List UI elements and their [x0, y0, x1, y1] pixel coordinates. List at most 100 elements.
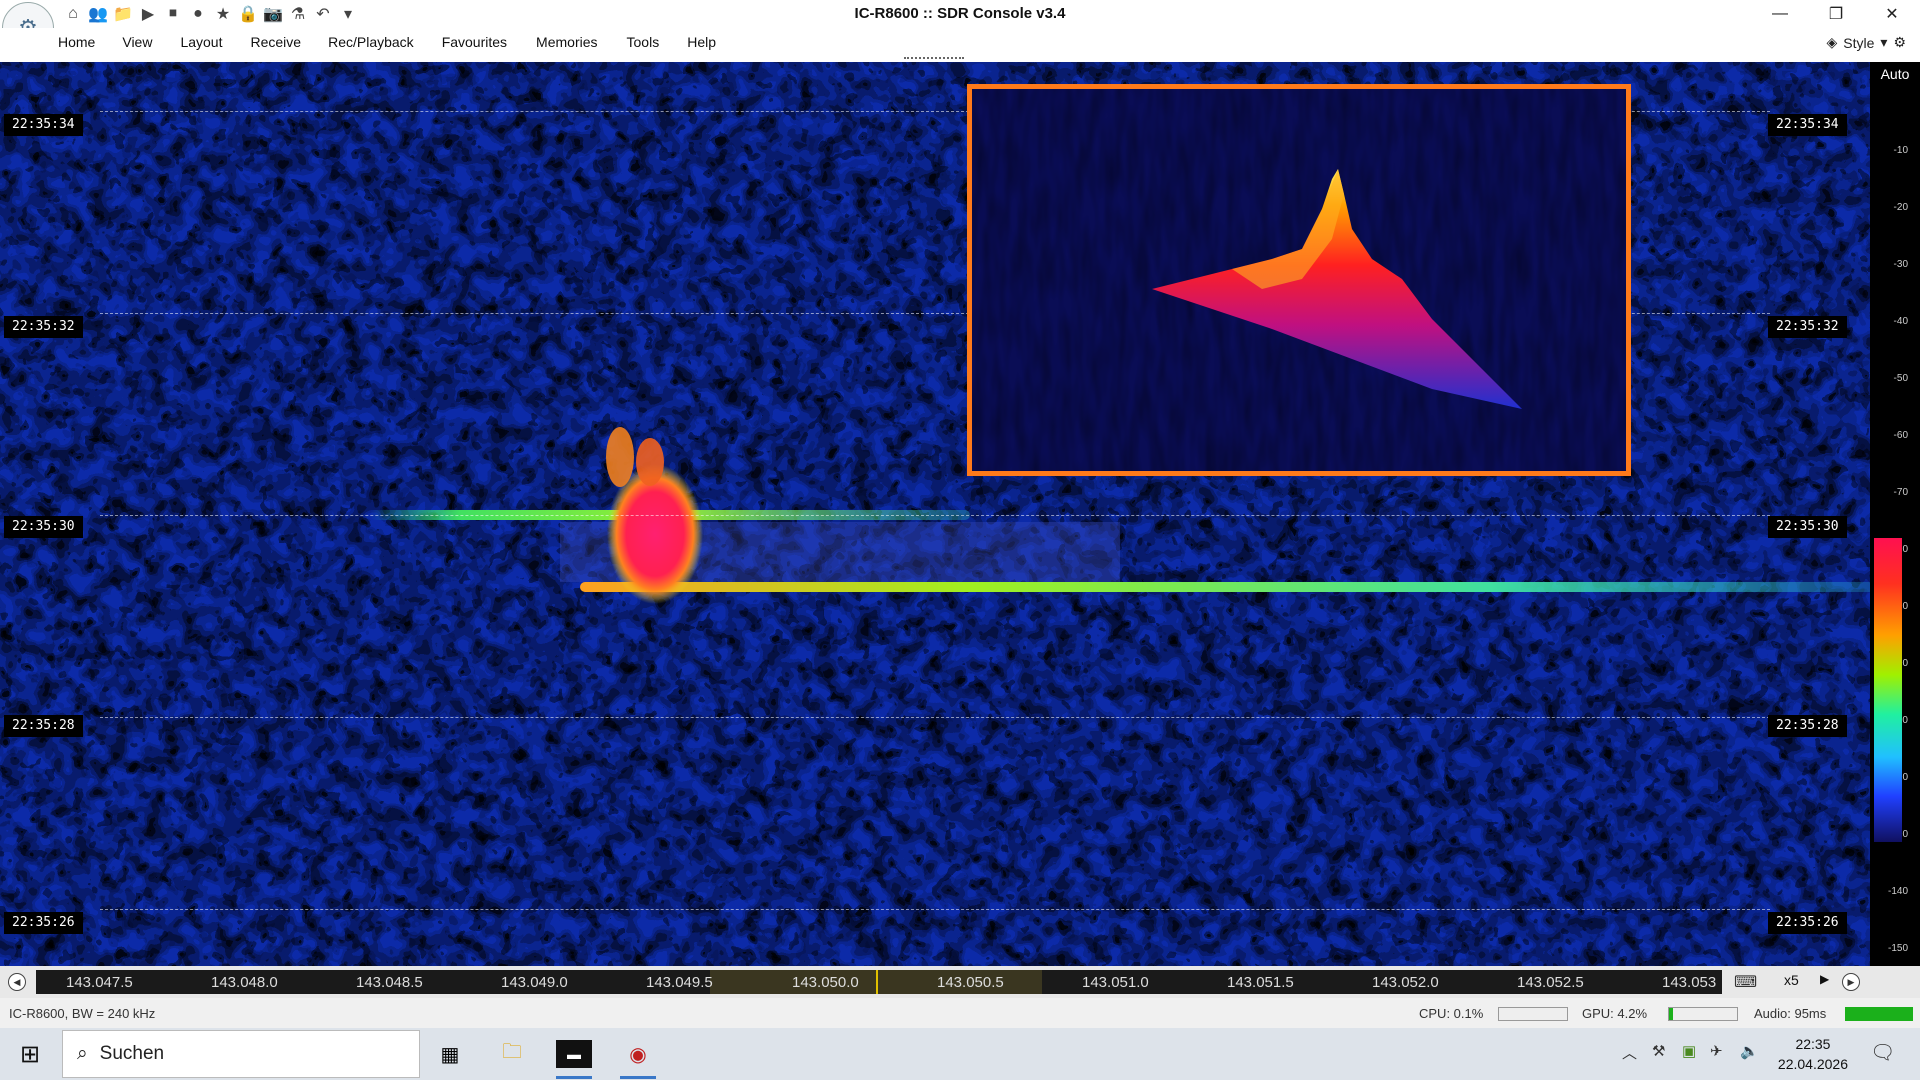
tray-overflow-icon[interactable]: ︿ — [1622, 1042, 1637, 1063]
taskbar-clock[interactable]: 22:35 22.04.2026 — [1778, 1034, 1848, 1074]
time-label-right: 22:35:32 — [1768, 316, 1847, 338]
menu-bar: Home View Layout Receive Rec/Playback Fa… — [0, 28, 1920, 60]
scale-tick: -40 — [1893, 316, 1908, 327]
cpu-meter — [1498, 1007, 1568, 1021]
menu-items: Home View Layout Receive Rec/Playback Fa… — [58, 34, 716, 50]
windows-logo-icon: ⊞ — [19, 1040, 41, 1068]
frequency-scale[interactable]: 143.047.5 143.048.0 143.048.5 143.049.0 … — [36, 970, 1722, 994]
frequency-label: 143.051.5 — [1227, 974, 1294, 991]
menu-help[interactable]: Help — [687, 34, 716, 50]
scale-tick: -150 — [1887, 943, 1908, 954]
frequency-label: 143.048.5 — [356, 974, 423, 991]
scale-tick: -50 — [1893, 373, 1908, 384]
time-label-right: 22:35:28 — [1768, 715, 1847, 737]
notification-icon[interactable]: 🗨 — [1870, 1040, 1895, 1065]
active-app-indicator — [620, 1076, 656, 1079]
frequency-label: 143.051.0 — [1082, 974, 1149, 991]
frequency-label: 143.049.0 — [501, 974, 568, 991]
grid-line — [100, 515, 1770, 516]
scale-tick: -70 — [1893, 487, 1908, 498]
taskbar-search[interactable]: ⌕ Suchen — [62, 1030, 420, 1078]
status-bar: IC-R8600, BW = 240 kHz CPU: 0.1% GPU: 4.… — [0, 998, 1920, 1028]
time-label-left: 22:35:34 — [4, 114, 83, 136]
scale-tick: -10 — [1893, 145, 1908, 156]
zoom-arrow-icon[interactable]: ▶ — [1820, 972, 1829, 986]
scale-tick: -30 — [1893, 259, 1908, 270]
menu-layout[interactable]: Layout — [180, 34, 222, 50]
tray-gpu-icon[interactable]: ▣ — [1682, 1042, 1696, 1060]
menu-receive[interactable]: Receive — [251, 34, 302, 50]
menu-rec-playback[interactable]: Rec/Playback — [328, 34, 414, 50]
frequency-label: 143.050.0 — [792, 974, 859, 991]
title-bar: ⌂ 👥 📁 ▶ ⏹ ● ★ 🔒 📷 ⚗ ↶ ▾ IC-R8600 :: SDR … — [0, 0, 1920, 28]
scroll-right-button[interactable]: ▶ — [1842, 973, 1860, 991]
chevron-down-icon: ▾ — [1880, 34, 1888, 50]
style-label: Style — [1843, 34, 1875, 51]
time-label-right: 22:35:30 — [1768, 516, 1847, 538]
start-button[interactable]: ⊞ — [0, 1028, 60, 1080]
time-label-left: 22:35:28 — [4, 715, 83, 737]
frequency-label: 143.047.5 — [66, 974, 133, 991]
scale-tick: -60 — [1893, 430, 1908, 441]
volume-icon[interactable]: 🔈 — [1740, 1042, 1759, 1060]
time-label-right: 22:35:34 — [1768, 114, 1847, 136]
scroll-left-button[interactable]: ◀ — [8, 973, 26, 991]
waterfall-display[interactable]: 22:35:34 22:35:32 22:35:30 22:35:28 22:3… — [0, 62, 1870, 966]
restore-button[interactable]: ❐ — [1808, 0, 1864, 28]
scale-tick: -140 — [1887, 886, 1908, 897]
tray-tool-icon[interactable]: ⚒ — [1652, 1042, 1665, 1060]
menu-memories[interactable]: Memories — [536, 34, 597, 50]
minimize-button[interactable]: — — [1752, 0, 1808, 28]
auto-scale-label[interactable]: Auto — [1870, 66, 1920, 82]
close-button[interactable]: ✕ — [1864, 0, 1920, 28]
clock-date: 22.04.2026 — [1777, 1056, 1848, 1072]
frequency-label: 143.052.5 — [1517, 974, 1584, 991]
frequency-label: 143.052.0 — [1372, 974, 1439, 991]
rewind-icon: ◀ — [13, 976, 21, 987]
airplane-mode-icon[interactable]: ✈ — [1710, 1042, 1723, 1060]
frequency-label: 143.049.5 — [646, 974, 713, 991]
style-icon: ◈ — [1826, 34, 1838, 50]
menu-view[interactable]: View — [122, 34, 152, 50]
search-icon: ⌕ — [77, 1043, 88, 1064]
file-explorer-icon[interactable]: 🗀 — [494, 1036, 530, 1072]
gpu-usage: GPU: 4.2% — [1582, 1006, 1648, 1021]
3d-spectrum-plot — [972, 89, 1626, 471]
menu-favourites[interactable]: Favourites — [442, 34, 507, 50]
window-title: IC-R8600 :: SDR Console v3.4 — [854, 5, 1066, 22]
tuned-frequency-marker — [876, 970, 878, 994]
frequency-axis-bar: ◀ 143.047.5 143.048.0 143.048.5 143.049.… — [0, 966, 1920, 998]
frequency-label: 143.050.5 — [937, 974, 1004, 991]
grid-line — [100, 717, 1770, 718]
time-label-right: 22:35:26 — [1768, 912, 1847, 934]
menu-home[interactable]: Home — [58, 34, 95, 50]
search-placeholder: Suchen — [99, 1043, 165, 1064]
frequency-label: 143.053 — [1662, 974, 1717, 991]
cpu-usage: CPU: 0.1% — [1419, 1006, 1484, 1021]
time-label-left: 22:35:30 — [4, 516, 83, 538]
task-view-icon[interactable]: ▦ — [432, 1036, 468, 1072]
audio-meter — [1845, 1007, 1913, 1021]
active-app-indicator — [556, 1076, 592, 1079]
clock-time: 22:35 — [1795, 1036, 1831, 1052]
keyboard-icon[interactable]: ⌨ — [1734, 972, 1757, 992]
terminal-icon[interactable]: ▬ — [556, 1040, 592, 1068]
sdr-console-icon[interactable]: ◉ — [620, 1036, 656, 1072]
ribbon-grip[interactable] — [904, 57, 964, 60]
audio-latency: Audio: 95ms — [1754, 1006, 1827, 1021]
window-controls: — ❐ ✕ — [1752, 0, 1920, 28]
windows-taskbar: ⊞ ⌕ Suchen ▦ 🗀 ▬ ◉ ︿ ⚒ ▣ ✈ 🔈 22:35 22.04… — [0, 1028, 1920, 1080]
colour-bar[interactable] — [1874, 538, 1902, 842]
time-label-left: 22:35:32 — [4, 316, 83, 338]
style-menu[interactable]: ◈ Style ▾ ⚙ — [1827, 34, 1907, 51]
settings-gear-icon[interactable]: ⚙ — [1893, 34, 1906, 51]
scale-tick: -20 — [1893, 202, 1908, 213]
zoom-factor[interactable]: x5 — [1784, 972, 1799, 988]
menu-tools[interactable]: Tools — [627, 34, 660, 50]
time-label-left: 22:35:26 — [4, 912, 83, 934]
radio-status: IC-R8600, BW = 240 kHz — [9, 1006, 156, 1021]
gpu-meter — [1668, 1007, 1738, 1021]
3d-spectrum-inset[interactable] — [967, 84, 1631, 476]
level-scale[interactable]: Auto -10 -20 -30 -40 -50 -60 -70 -80 -90… — [1870, 62, 1920, 966]
grid-line — [100, 909, 1770, 910]
